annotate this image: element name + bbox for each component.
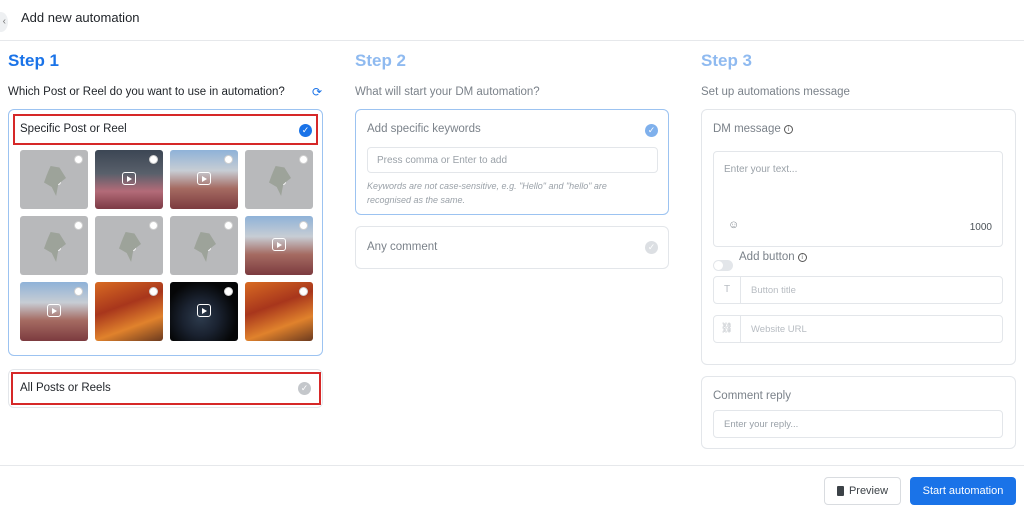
select-radio[interactable]: [149, 155, 158, 164]
header-bar: ‹ Add new automation: [0, 0, 1024, 41]
reel-icon: [197, 304, 211, 317]
reel-icon: [122, 172, 136, 185]
post-thumbnail[interactable]: [170, 216, 238, 275]
step2-question-text: What will start your DM automation?: [355, 86, 540, 98]
button-title-field[interactable]: T Button title: [713, 276, 1003, 304]
any-comment-label: Any comment: [367, 241, 438, 253]
reel-icon: [47, 172, 61, 185]
add-button-label-row: Add button i: [739, 251, 807, 263]
highlight-box: [11, 372, 321, 405]
keywords-hint: Keywords are not case-sensitive, e.g. "H…: [367, 181, 607, 205]
step3-title: Step 3: [701, 51, 753, 70]
select-radio[interactable]: [149, 221, 158, 230]
select-radio[interactable]: [299, 221, 308, 230]
footer-bar: Preview Start automation: [0, 465, 1024, 512]
back-icon[interactable]: ‹: [0, 12, 8, 32]
post-thumbnail[interactable]: [245, 216, 313, 275]
select-radio[interactable]: [149, 287, 158, 296]
comment-reply-input[interactable]: Enter your reply...: [713, 410, 1003, 438]
reel-icon: [272, 172, 286, 185]
step1-question-row: Which Post or Reel do you want to use in…: [8, 84, 324, 100]
reel-icon: [197, 172, 211, 185]
keywords-input[interactable]: Press comma or Enter to add: [367, 147, 658, 173]
select-radio[interactable]: [74, 155, 83, 164]
post-thumbnail[interactable]: [170, 282, 238, 341]
page-title: Add new automation: [21, 10, 140, 25]
comment-reply-label: Comment reply: [713, 390, 791, 402]
any-comment-card[interactable]: Any comment ✓: [355, 226, 669, 269]
start-automation-button[interactable]: Start automation: [910, 477, 1016, 505]
step3-question-text: Set up automations message: [701, 86, 850, 98]
select-radio[interactable]: [224, 155, 233, 164]
website-url-field[interactable]: ⛓ Website URL: [713, 315, 1003, 343]
add-button-label: Add button: [739, 251, 795, 263]
post-thumbnail[interactable]: [245, 150, 313, 209]
dm-message-label: DM message: [713, 123, 781, 135]
dm-message-textarea[interactable]: Enter your text... ☺ 1000: [713, 151, 1003, 247]
dm-message-label-row: DM message i: [713, 123, 793, 135]
post-thumbnail[interactable]: [20, 150, 88, 209]
post-grid: [20, 150, 313, 341]
phone-icon: [836, 486, 844, 496]
preview-button[interactable]: Preview: [824, 477, 901, 505]
select-radio[interactable]: [299, 155, 308, 164]
text-icon: T: [714, 277, 741, 303]
select-radio[interactable]: [74, 287, 83, 296]
select-radio[interactable]: [74, 221, 83, 230]
keywords-card[interactable]: Add specific keywords ✓ Press comma or E…: [355, 109, 669, 215]
keywords-label: Add specific keywords: [367, 123, 481, 135]
post-thumbnail[interactable]: [95, 216, 163, 275]
step2-title: Step 2: [355, 51, 407, 70]
post-thumbnail[interactable]: [95, 150, 163, 209]
step1-question: Which Post or Reel do you want to use in…: [8, 86, 285, 98]
step1-column: Step 1 Which Post or Reel do you want to…: [8, 50, 324, 100]
preview-label: Preview: [848, 485, 889, 497]
post-thumbnail[interactable]: [245, 282, 313, 341]
highlight-box: [13, 114, 318, 145]
step3-column: Step 3 Set up automations message: [701, 50, 1016, 100]
reel-icon: [197, 238, 211, 251]
comment-reply-card: Comment reply Enter your reply...: [701, 376, 1016, 449]
select-radio[interactable]: [224, 221, 233, 230]
reel-icon: [272, 238, 286, 251]
info-icon[interactable]: i: [783, 125, 793, 134]
info-icon[interactable]: i: [797, 253, 807, 262]
refresh-icon[interactable]: ⟳: [312, 85, 322, 99]
dm-message-card: DM message i Enter your text... ☺ 1000 Ad…: [701, 109, 1016, 365]
reel-icon: [47, 238, 61, 251]
select-radio[interactable]: [224, 287, 233, 296]
link-icon: ⛓: [714, 316, 741, 342]
post-thumbnail[interactable]: [170, 150, 238, 209]
post-thumbnail[interactable]: [95, 282, 163, 341]
reel-icon: [47, 304, 61, 317]
dm-placeholder: Enter your text...: [724, 164, 798, 175]
step2-question: What will start your DM automation?: [355, 84, 669, 100]
step1-title: Step 1: [8, 51, 60, 70]
step3-question: Set up automations message: [701, 84, 1016, 100]
char-count: 1000: [969, 222, 992, 233]
step2-column: Step 2 What will start your DM automatio…: [355, 50, 669, 100]
post-thumbnail[interactable]: [20, 216, 88, 275]
emoji-icon[interactable]: ☺: [728, 219, 739, 231]
website-url-placeholder: Website URL: [751, 324, 807, 335]
add-button-toggle[interactable]: [713, 260, 733, 271]
check-icon: ✓: [645, 241, 658, 254]
reel-icon: [122, 238, 136, 251]
check-icon: ✓: [645, 124, 658, 137]
select-radio[interactable]: [299, 287, 308, 296]
post-thumbnail[interactable]: [20, 282, 88, 341]
button-title-placeholder: Button title: [751, 285, 796, 296]
specific-post-card[interactable]: Specific Post or Reel ✓: [8, 109, 323, 356]
